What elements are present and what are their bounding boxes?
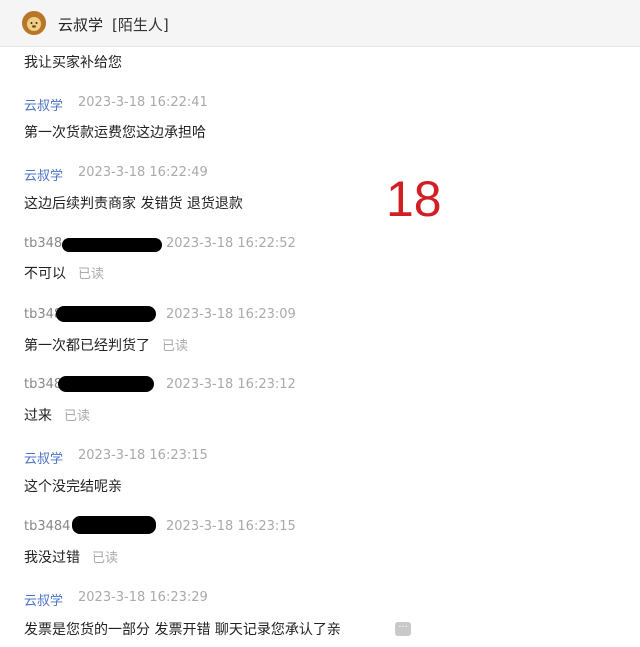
message-row: 我没过错 已读 (24, 547, 118, 567)
message-sender[interactable]: tb348 (24, 236, 62, 251)
message-text: 发票是您货的一部分 发票开错 聊天记录您承认了亲 (24, 622, 341, 638)
contact-name[interactable]: 云叔学 (58, 14, 103, 35)
message-sender[interactable]: tb3484 (24, 519, 70, 534)
message-text: 这个没完结呢亲 (24, 479, 122, 495)
message-row: 不可以 已读 (24, 263, 104, 283)
message-sender[interactable]: 云叔学 (24, 95, 63, 114)
read-status: 已读 (92, 551, 119, 566)
contact-tag: [陌生人] (112, 16, 169, 34)
redaction-mark (58, 376, 154, 392)
message-time: 2023-3-18 16:23:15 (78, 448, 208, 463)
message-time: 2023-3-18 16:23:12 (166, 377, 296, 392)
message-time: 2023-3-18 16:23:29 (78, 590, 208, 605)
message-time: 2023-3-18 16:22:41 (78, 95, 208, 110)
message-text: 过来 (24, 408, 52, 424)
message-sender[interactable]: tb348 (24, 377, 62, 392)
message-sender[interactable]: 云叔学 (24, 590, 63, 609)
message-sender[interactable]: 云叔学 (24, 165, 63, 184)
read-status: 已读 (162, 339, 189, 354)
message-time: 2023-3-18 16:23:15 (166, 519, 296, 534)
redaction-mark (62, 238, 162, 252)
message-row: 第一次都已经判货了 已读 (24, 335, 188, 355)
message-row: 过来 已读 (24, 405, 90, 425)
message-time: 2023-3-18 16:22:52 (166, 236, 296, 251)
message-text: 我让买家补给您 (24, 55, 122, 71)
message-time: 2023-3-18 16:23:09 (166, 307, 296, 322)
message-text: 第一次货款运费您这边承担哈 (24, 125, 206, 141)
lion-avatar-icon[interactable] (22, 11, 46, 35)
overlay-number: 18 (386, 171, 442, 227)
message-text: 第一次都已经判货了 (24, 338, 150, 354)
message-text: 这边后续判责商家 发错货 退货退款 (24, 196, 243, 212)
message-sender[interactable]: 云叔学 (24, 448, 63, 467)
read-status: 已读 (78, 267, 105, 282)
redaction-mark (72, 516, 156, 534)
read-status: 已读 (64, 409, 91, 424)
more-dots-icon[interactable]: ··· (395, 622, 411, 636)
message-text: 不可以 (24, 266, 66, 282)
redaction-mark (56, 306, 156, 322)
chat-header: 云叔学 [陌生人] (0, 0, 640, 47)
message-text: 我没过错 (24, 550, 80, 566)
message-time: 2023-3-18 16:22:49 (78, 165, 208, 180)
